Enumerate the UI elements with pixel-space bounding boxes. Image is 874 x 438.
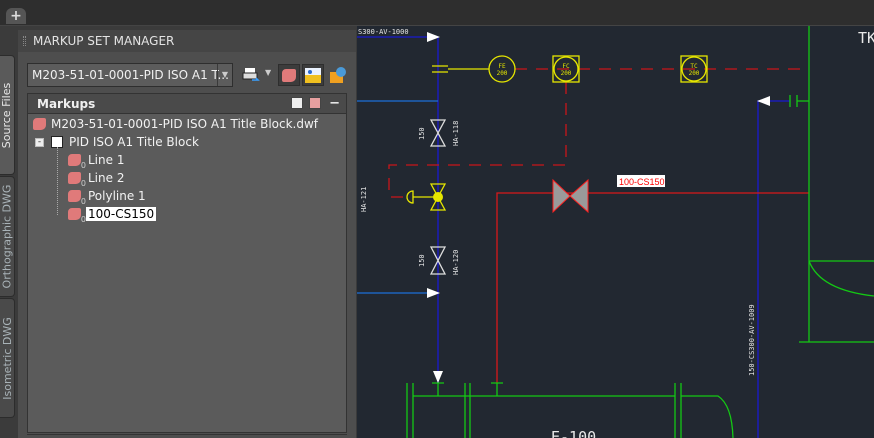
tab-source-files[interactable]: Source Files <box>0 55 15 175</box>
markup-icon <box>68 154 86 170</box>
fc-number: 200 <box>561 70 572 77</box>
line-label: S300-AV-1000 <box>358 28 409 36</box>
publish-dropdown-arrow[interactable]: ▼ <box>265 68 271 77</box>
line-label: 150-CS300-AV-1009 <box>748 304 756 376</box>
view-sheet-button[interactable] <box>302 64 324 86</box>
markup-icon <box>282 68 296 82</box>
tree-item-label: Polyline 1 <box>88 189 146 203</box>
tree-item-label: Line 2 <box>88 171 125 185</box>
collapse-button[interactable]: − <box>329 94 340 114</box>
fe-label: FE <box>498 63 506 70</box>
markup-properties-icon[interactable] <box>309 97 321 109</box>
valve-size: 150 <box>418 254 426 267</box>
process-line <box>757 100 790 438</box>
tab-label: Isometric DWG <box>0 316 14 400</box>
pid-drawing: FE 200 FC 200 TC 200 S300-AV-1000 150 HA… <box>357 26 874 438</box>
tank-outline <box>799 26 874 343</box>
republish-icon <box>330 67 346 83</box>
valve-tag: HA-120 <box>452 250 460 275</box>
valve-tag: HA-121 <box>360 187 368 212</box>
tc-number: 200 <box>689 70 700 77</box>
tree-item-polyline-1[interactable]: Polyline 1 <box>68 187 146 206</box>
collapse-node-icon[interactable]: - <box>35 137 44 147</box>
valve-size: 150 <box>418 127 426 140</box>
markup-valve <box>552 178 589 214</box>
drag-grip[interactable] <box>23 36 26 46</box>
tank-label: TK <box>858 29 874 47</box>
resize-grip[interactable] <box>27 434 347 438</box>
panel-title: MARKUP SET MANAGER <box>18 30 356 52</box>
tab-label: Source Files <box>0 82 14 148</box>
tree-connector <box>57 147 67 215</box>
tree-item-label-selected: 100-CS150 <box>86 207 157 221</box>
side-tabs: Source Files Orthographic DWG Isometric … <box>0 26 16 438</box>
tree-item-line-1[interactable]: Line 1 <box>68 151 125 170</box>
tree-item-100-cs150[interactable]: 100-CS150 <box>68 205 157 224</box>
publish-button[interactable] <box>240 64 262 86</box>
markup-button[interactable] <box>278 64 300 86</box>
new-tab-button[interactable]: + <box>6 8 26 24</box>
markup-label[interactable]: 100-CS150 <box>619 177 665 187</box>
tree-item-label: PID ISO A1 Title Block <box>69 135 199 149</box>
markup-set-dropdown[interactable]: M203-51-01-0001-PID ISO A1 T... ▼ <box>27 63 233 87</box>
tab-isometric-dwg[interactable]: Isometric DWG <box>0 298 15 418</box>
fe-number: 200 <box>497 70 508 77</box>
drawing-canvas[interactable]: FE 200 FC 200 TC 200 S300-AV-1000 150 HA… <box>357 26 874 438</box>
valve-tag: HA-118 <box>452 121 460 146</box>
tab-label: Orthographic DWG <box>0 184 14 289</box>
document-tab-bar: + <box>0 0 874 26</box>
flow-arrow <box>757 96 770 106</box>
tab-orthographic-dwg[interactable]: Orthographic DWG <box>0 176 15 297</box>
markup-details-icon[interactable] <box>291 97 303 109</box>
markups-title: Markups <box>37 97 96 111</box>
printer-icon <box>242 68 260 81</box>
republish-button[interactable] <box>327 64 349 86</box>
chevron-down-icon[interactable]: ▼ <box>217 64 232 86</box>
markup-line <box>496 192 809 383</box>
markup-icon <box>68 190 86 206</box>
flange <box>789 95 809 107</box>
tree-item-label: M203-51-01-0001-PID ISO A1 Title Block.d… <box>51 117 319 131</box>
tree-item-file[interactable]: M203-51-01-0001-PID ISO A1 Title Block.d… <box>33 115 318 133</box>
dropdown-value: M203-51-01-0001-PID ISO A1 T... <box>32 68 229 82</box>
vessel-label: E-100 <box>551 428 596 438</box>
orifice-plate <box>432 65 489 73</box>
tree-item-label: Line 1 <box>88 153 125 167</box>
markup-set-manager-panel: MARKUP SET MANAGER M203-51-01-0001-PID I… <box>18 30 356 438</box>
panel-title-text: MARKUP SET MANAGER <box>33 34 175 48</box>
flow-arrow <box>433 371 443 383</box>
fc-label: FC <box>562 63 570 70</box>
tree-item-line-2[interactable]: Line 2 <box>68 169 125 188</box>
markups-tree-panel: Markups − M203-51-01-0001-PID ISO A1 Tit… <box>27 93 347 433</box>
sheet-icon <box>305 67 321 83</box>
markups-header: Markups − <box>28 94 346 114</box>
signal-line <box>388 82 567 198</box>
markup-icon <box>68 172 86 188</box>
dwf-markup-icon <box>33 118 46 130</box>
tc-label: TC <box>690 63 698 70</box>
process-line <box>357 36 439 383</box>
markup-icon <box>68 208 86 224</box>
